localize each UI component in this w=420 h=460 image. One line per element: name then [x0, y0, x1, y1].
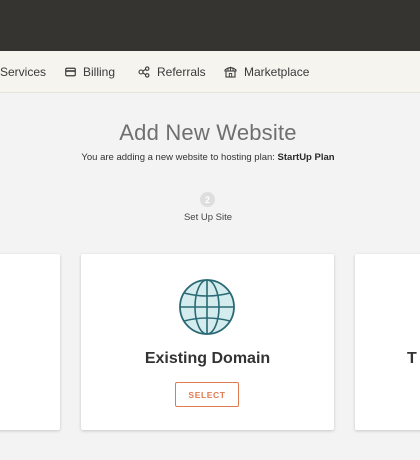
step-label: Set Up Site — [183, 212, 233, 223]
globe-icon — [178, 278, 236, 341]
select-button[interactable]: SELECT — [175, 382, 239, 407]
nav-item-label: Marketplace — [244, 64, 310, 79]
card-title: Existing Domain — [144, 350, 271, 367]
main-navigation: Services Billing Referrals Marketplace — [0, 51, 420, 93]
option-card-right[interactable]: T — [355, 254, 420, 430]
step-number-badge: 2 — [200, 192, 215, 207]
page-title: Add New Website — [119, 120, 297, 145]
nav-item-services[interactable]: Services — [0, 51, 46, 92]
nav-item-label: Referrals — [157, 64, 206, 79]
nav-item-label: Services — [0, 64, 47, 79]
billing-icon — [65, 67, 76, 77]
marketplace-icon — [224, 66, 237, 78]
hosting-plan-name: StartUp Plan — [277, 152, 335, 163]
subtitle-text: You are adding a new website to hosting … — [81, 152, 275, 163]
nav-item-marketplace[interactable]: Marketplace — [224, 51, 309, 92]
page-subtitle: You are adding a new website to hosting … — [0, 152, 416, 163]
nav-item-billing[interactable]: Billing — [65, 51, 115, 92]
top-header-bar — [0, 0, 420, 51]
nav-item-referrals[interactable]: Referrals — [138, 51, 206, 92]
option-card-left[interactable] — [0, 254, 60, 430]
option-card-existing-domain[interactable]: Existing Domain SELECT — [81, 254, 334, 430]
nav-item-label: Billing — [83, 64, 116, 79]
referrals-icon — [138, 65, 150, 78]
card-title: T — [407, 350, 417, 367]
